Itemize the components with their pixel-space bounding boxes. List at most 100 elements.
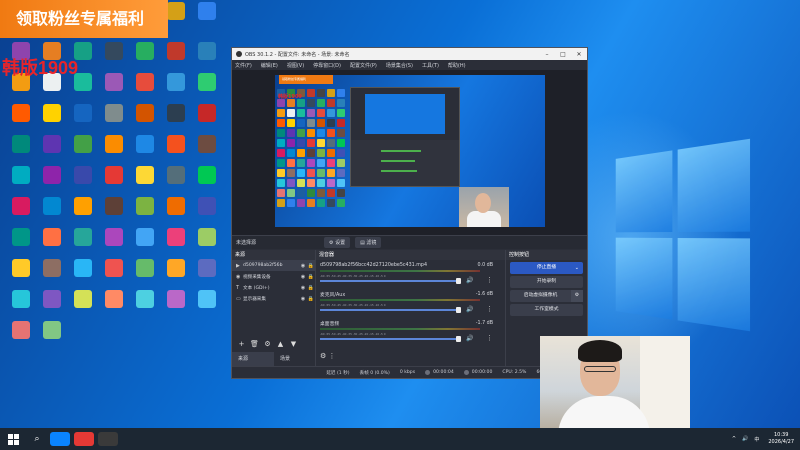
obs-titlebar[interactable]: OBS 30.1.2 - 配置文件: 未命名 - 场景: 未命名 – □ ✕ — [232, 48, 587, 60]
desktop-icon[interactable] — [161, 197, 191, 231]
desktop-icon[interactable] — [37, 166, 67, 200]
desktop-icon[interactable] — [37, 135, 67, 169]
desktop-icon[interactable] — [161, 166, 191, 200]
desktop-icon[interactable] — [192, 259, 222, 293]
start-button[interactable] — [0, 428, 26, 450]
studio-mode-button[interactable]: 工作室模式 — [510, 304, 583, 316]
search-icon[interactable]: ⌕ — [26, 434, 48, 444]
desktop-icon[interactable] — [192, 104, 222, 138]
taskbar-app-edge[interactable] — [50, 432, 70, 446]
minimize-icon[interactable]: – — [539, 51, 555, 58]
source-item[interactable]: T 文本 (GDI+) ◉ 🔒 — [232, 282, 315, 293]
tab-scenes[interactable]: 场景 — [274, 352, 316, 366]
desktop-icon[interactable] — [99, 42, 129, 76]
desktop-icon[interactable] — [130, 259, 160, 293]
properties-button[interactable]: ⚙ 设置 — [324, 237, 351, 248]
speaker-icon[interactable]: 🔊 — [466, 277, 473, 284]
lock-icon[interactable]: 🔒 — [307, 263, 315, 269]
stop-streaming-button[interactable]: 停止直播 ⌄ — [510, 262, 583, 274]
desktop-icon[interactable] — [192, 73, 222, 107]
desktop-icon[interactable] — [130, 42, 160, 76]
desktop-icon[interactable] — [37, 321, 67, 355]
gear-icon[interactable]: ⚙ — [571, 290, 583, 302]
close-icon[interactable]: ✕ — [571, 51, 587, 58]
desktop-icon[interactable] — [68, 135, 98, 169]
add-source-icon[interactable]: + — [235, 339, 248, 349]
tab-sources[interactable]: 来源 — [232, 352, 274, 366]
start-recording-button[interactable]: 开始录制 — [510, 276, 583, 288]
desktop-icon[interactable] — [130, 228, 160, 262]
desktop-icon[interactable] — [161, 135, 191, 169]
desktop-icon[interactable] — [99, 290, 129, 324]
menu-item[interactable]: 文件(F) — [235, 62, 252, 69]
desktop-icon[interactable] — [6, 197, 36, 231]
desktop-icon[interactable] — [192, 228, 222, 262]
chevron-down-icon[interactable]: ⌄ — [575, 262, 579, 274]
move-up-icon[interactable]: ▲ — [274, 339, 287, 349]
desktop-icon[interactable] — [130, 166, 160, 200]
desktop-icon[interactable] — [68, 197, 98, 231]
desktop-icon[interactable] — [192, 290, 222, 324]
volume-slider-handle[interactable] — [456, 336, 461, 342]
desktop-icon[interactable] — [6, 228, 36, 262]
desktop-icon[interactable] — [68, 290, 98, 324]
desktop-icon[interactable] — [68, 166, 98, 200]
desktop-icon[interactable] — [130, 104, 160, 138]
desktop-icon[interactable] — [130, 135, 160, 169]
desktop-icon[interactable] — [37, 259, 67, 293]
desktop-icon[interactable] — [99, 228, 129, 262]
desktop-icon[interactable] — [99, 135, 129, 169]
desktop-icon[interactable] — [6, 259, 36, 293]
desktop-icon[interactable] — [99, 197, 129, 231]
visibility-eye-icon[interactable]: ◉ — [299, 263, 307, 269]
desktop-icon[interactable] — [37, 290, 67, 324]
volume-slider-handle[interactable] — [456, 307, 461, 313]
menu-item[interactable]: 停靠窗口(D) — [313, 62, 341, 69]
desktop-icon[interactable] — [192, 197, 222, 231]
desktop-icon[interactable] — [6, 166, 36, 200]
desktop-icon[interactable] — [192, 42, 222, 76]
maximize-icon[interactable]: □ — [555, 51, 571, 58]
desktop-icon[interactable] — [37, 197, 67, 231]
volume-slider[interactable] — [320, 338, 460, 340]
more-options-icon[interactable]: ⋮ — [486, 334, 493, 342]
tray-overflow-icon[interactable]: ^ — [732, 436, 736, 442]
volume-slider[interactable] — [320, 280, 460, 282]
desktop-icon[interactable] — [6, 321, 36, 355]
clock[interactable]: 10:39 2026/4/27 — [768, 432, 794, 446]
desktop-icon[interactable] — [192, 166, 222, 200]
desktop-icon[interactable] — [161, 104, 191, 138]
speaker-icon[interactable]: 🔊 — [466, 335, 473, 342]
source-item[interactable]: ◉ 视频采集设备 ◉ 🔒 — [232, 271, 315, 282]
move-down-icon[interactable]: ▼ — [287, 339, 300, 349]
desktop-icon[interactable] — [161, 290, 191, 324]
speaker-icon[interactable]: 🔊 — [466, 306, 473, 313]
preview-area[interactable]: 领取粉丝专属福利 韩版1909 — [232, 70, 587, 235]
lock-icon[interactable]: 🔒 — [307, 274, 315, 280]
menu-item[interactable]: 场景集合(S) — [386, 62, 413, 69]
filters-button[interactable]: ▤ 滤镜 — [355, 237, 382, 248]
volume-slider[interactable] — [320, 309, 460, 311]
volume-slider-handle[interactable] — [456, 278, 461, 284]
remove-source-icon[interactable]: 🗑 — [248, 339, 261, 349]
visibility-eye-icon[interactable]: ◉ — [299, 274, 307, 280]
desktop-icon[interactable] — [99, 259, 129, 293]
desktop-icon[interactable] — [130, 73, 160, 107]
program-preview[interactable]: 领取粉丝专属福利 韩版1909 — [275, 75, 545, 227]
taskbar-app-obs[interactable] — [74, 432, 94, 446]
more-options-icon[interactable]: ⋮ — [486, 305, 493, 313]
desktop-icon[interactable] — [68, 104, 98, 138]
desktop-icon[interactable] — [6, 290, 36, 324]
lock-icon[interactable]: 🔒 — [307, 285, 315, 291]
desktop-icon[interactable] — [99, 73, 129, 107]
desktop-icon[interactable] — [161, 259, 191, 293]
desktop-icon[interactable] — [99, 166, 129, 200]
desktop-icon[interactable] — [161, 42, 191, 76]
volume-icon[interactable]: 🔊 — [742, 436, 748, 442]
taskbar-app-browser[interactable] — [98, 432, 118, 446]
more-options-icon[interactable]: ⋮ — [486, 276, 493, 284]
desktop-icon[interactable] — [192, 135, 222, 169]
desktop-icon[interactable] — [37, 228, 67, 262]
desktop-icon[interactable] — [161, 228, 191, 262]
visibility-eye-icon[interactable]: ◉ — [299, 296, 307, 302]
